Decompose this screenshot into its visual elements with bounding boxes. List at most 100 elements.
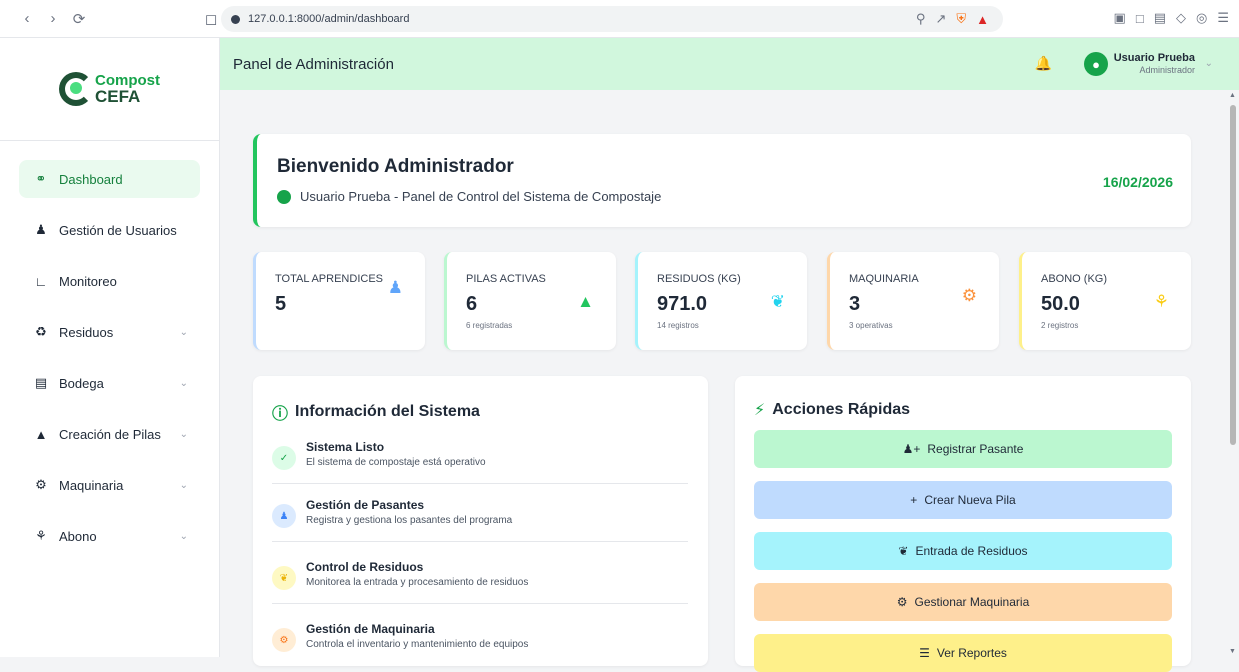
info-item-desc: Controla el inventario y mantenimiento d…	[306, 639, 529, 650]
info-item-title: Sistema Listo	[306, 440, 385, 454]
user-circle-icon	[277, 189, 291, 204]
forward-icon[interactable]: ›	[42, 8, 64, 30]
list-item: ⚙ Gestión de Maquinaria Controla el inve…	[272, 614, 688, 666]
stat-value: 5	[275, 293, 287, 315]
sidebar-item-label: Residuos	[59, 324, 114, 340]
button-label: Crear Nueva Pila	[924, 493, 1016, 507]
list-item: ♟ Gestión de Pasantes Registra y gestion…	[272, 490, 688, 542]
sidebar-item-abono[interactable]: ⚘ Abono ⌄	[19, 517, 200, 555]
welcome-subtitle: Usuario Prueba - Panel de Control del Si…	[277, 189, 661, 204]
reader-icon[interactable]: ▣	[1114, 10, 1126, 26]
stat-note: 2 registros	[1041, 321, 1079, 330]
sidebar-toggle-icon[interactable]: □	[1136, 11, 1144, 26]
stat-label: ABONO (KG)	[1041, 273, 1108, 285]
view-reports-button[interactable]: ☰ Ver Reportes	[754, 634, 1172, 672]
actions-panel-title-text: Acciones Rápidas	[772, 401, 911, 418]
waste-entry-button[interactable]: ❦ Entrada de Residuos	[754, 532, 1172, 570]
shield-icon[interactable]: ⛨	[956, 11, 966, 27]
recycle-icon: ♻	[35, 324, 47, 339]
user-name: Usuario Prueba	[1113, 52, 1195, 64]
gears-icon: ⚙	[961, 286, 977, 305]
extensions-icon[interactable]: ◇	[1176, 10, 1186, 26]
key-icon[interactable]: ⚲	[916, 11, 926, 27]
scroll-up-icon[interactable]: ▲	[1229, 92, 1236, 99]
scroll-down-icon[interactable]: ▼	[1229, 648, 1236, 655]
seedling-icon: ⚘	[35, 528, 47, 543]
user-menu[interactable]: Usuario Prueba Administrador	[1114, 52, 1195, 76]
sidebar-item-residuos[interactable]: ♻ Residuos ⌄	[19, 313, 200, 351]
sidebar-item-label: Bodega	[59, 375, 104, 391]
user-plus-icon: ♟+	[902, 442, 921, 456]
leaf-icon: ❦	[770, 292, 785, 311]
sidebar-item-pilas[interactable]: ▲ Creación de Pilas ⌄	[19, 415, 200, 453]
url-text: 127.0.0.1:8000/admin/dashboard	[248, 13, 410, 25]
logo-line1: Compost	[95, 72, 160, 89]
info-icon: ⓘ	[272, 406, 289, 423]
manage-machinery-button[interactable]: ⚙ Gestionar Maquinaria	[754, 583, 1172, 621]
info-panel-title-text: Información del Sistema	[295, 403, 480, 420]
logo-line2: CEFA	[95, 87, 141, 106]
info-item-desc: El sistema de compostaje está operativo	[306, 457, 486, 468]
stat-label: MAQUINARIA	[849, 273, 919, 285]
chevron-down-icon[interactable]: ⌄	[1205, 58, 1213, 69]
sidebar: Compost CEFA ⚭ Dashboard ♟ Gestión de Us…	[0, 38, 220, 657]
sidebar-item-maquinaria[interactable]: ⚙ Maquinaria ⌄	[19, 466, 200, 504]
stat-card-pilas: PILAS ACTIVAS 6 6 registradas ▲	[444, 252, 616, 350]
warehouse-icon: ▤	[34, 375, 48, 390]
stat-note: 14 registros	[657, 321, 699, 330]
info-panel-title: ⓘ Información del Sistema	[272, 400, 480, 424]
info-item-title: Gestión de Pasantes	[306, 498, 425, 512]
welcome-card: Bienvenido Administrador Usuario Prueba …	[253, 134, 1191, 227]
reload-icon[interactable]: ⟳	[68, 8, 90, 30]
sidebar-item-users[interactable]: ♟ Gestión de Usuarios	[19, 211, 200, 249]
sidebar-item-label: Creación de Pilas	[59, 426, 161, 442]
menu-icon[interactable]: ☰	[1217, 10, 1229, 26]
logo[interactable]: Compost CEFA	[0, 38, 219, 141]
triangle-icon[interactable]: ▲	[976, 12, 989, 27]
vpn-icon[interactable]: ◎	[1196, 10, 1207, 26]
graduate-icon: ♟	[387, 278, 403, 297]
sidebar-item-monitoreo[interactable]: ∟ Monitoreo	[19, 262, 200, 300]
button-label: Ver Reportes	[936, 646, 1007, 660]
info-panel: ⓘ Información del Sistema ✓ Sistema List…	[253, 376, 708, 666]
seedling-icon: ⚘	[1153, 292, 1169, 311]
chevron-down-icon: ⌄	[179, 530, 188, 542]
page-scrollbar[interactable]: ▲ ▼	[1227, 90, 1239, 657]
welcome-subtitle-text: Usuario Prueba - Panel de Control del Si…	[300, 189, 662, 204]
actions-panel: ⚡ Acciones Rápidas ♟+ Registrar Pasante …	[735, 376, 1191, 672]
stat-note: 3 operativas	[849, 321, 893, 330]
sidebar-item-bodega[interactable]: ▤ Bodega ⌄	[19, 364, 200, 402]
sidebar-item-dashboard[interactable]: ⚭ Dashboard	[19, 160, 200, 198]
scroll-thumb[interactable]	[1230, 105, 1236, 445]
gears-icon: ⚙	[272, 628, 296, 652]
info-item-desc: Monitorea la entrada y procesamiento de …	[306, 577, 529, 588]
stat-card-abono: ABONO (KG) 50.0 2 registros ⚘	[1019, 252, 1191, 350]
share-icon[interactable]: ↗	[935, 11, 946, 27]
create-pile-button[interactable]: + Crear Nueva Pila	[754, 481, 1172, 519]
bookmark-icon[interactable]: ◻	[200, 8, 222, 30]
site-info-icon[interactable]	[231, 14, 240, 24]
chevron-down-icon: ⌄	[179, 479, 188, 491]
check-icon: ✓	[272, 446, 296, 470]
report-icon: ☰	[919, 646, 930, 660]
stat-value: 6	[466, 293, 478, 315]
button-label: Entrada de Residuos	[915, 544, 1028, 558]
users-icon: ♟	[35, 222, 47, 237]
address-bar[interactable]: 127.0.0.1:8000/admin/dashboard ⚲ ↗ ⛨ ▲	[221, 6, 1003, 32]
user-role: Administrador	[1139, 65, 1195, 76]
back-icon[interactable]: ‹	[16, 8, 38, 30]
info-item-title: Gestión de Maquinaria	[306, 622, 435, 636]
sidebar-item-label: Gestión de Usuarios	[59, 222, 177, 238]
avatar[interactable]: ●	[1084, 52, 1108, 76]
browser-toolbar: ‹ › ⟳ ◻ 127.0.0.1:8000/admin/dashboard ⚲…	[0, 0, 1239, 38]
stat-label: TOTAL APRENDICES	[275, 273, 383, 285]
sidebar-item-label: Monitoreo	[59, 273, 117, 289]
wallet-icon[interactable]: ▤	[1154, 10, 1166, 26]
stat-card-aprendices: TOTAL APRENDICES 5 ♟	[253, 252, 425, 350]
button-label: Gestionar Maquinaria	[914, 595, 1030, 609]
globe-icon: ⚭	[35, 171, 47, 186]
stat-value: 50.0	[1041, 293, 1080, 315]
stat-label: PILAS ACTIVAS	[466, 273, 546, 285]
bell-icon[interactable]: 🔔	[1035, 55, 1052, 72]
register-intern-button[interactable]: ♟+ Registrar Pasante	[754, 430, 1172, 468]
